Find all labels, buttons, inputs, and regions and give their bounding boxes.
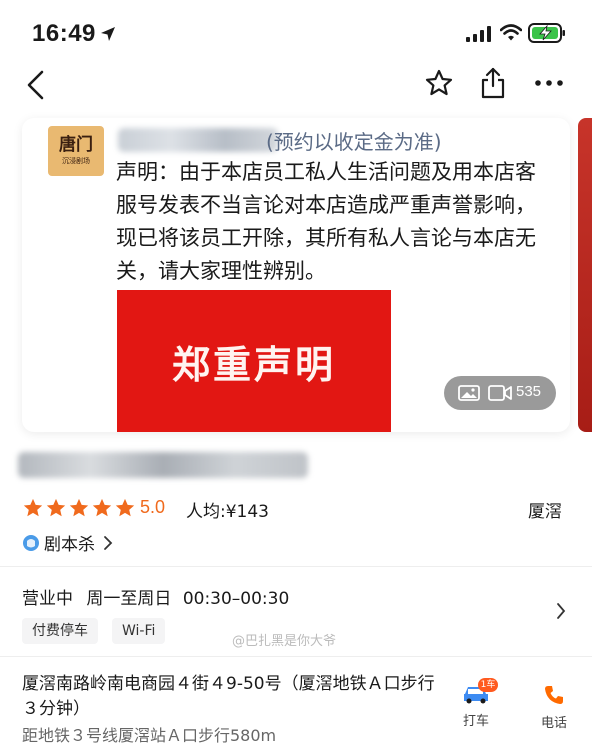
banner-text: 郑重声明 [171, 341, 336, 387]
star-filled-icon [23, 498, 43, 517]
area-label[interactable]: 厦滘 [528, 497, 562, 522]
status-time: 16:49 [32, 20, 96, 47]
category-icon [23, 534, 39, 551]
divider [0, 656, 592, 657]
business-hours[interactable]: 营业中 周一至周日 00:30–00:30 [22, 584, 289, 609]
taxi-badge: 1车 [478, 678, 498, 692]
image-icon [458, 385, 480, 401]
blurred-shop-title [118, 128, 278, 152]
taxi-label: 打车 [462, 714, 489, 729]
next-card-peek[interactable] [578, 118, 592, 432]
back-icon[interactable] [24, 68, 48, 102]
rating-stars [22, 497, 136, 519]
metro-distance: 距地铁３号线厦滘站Ａ口步行580m [22, 726, 277, 745]
rating-score: 5.0 [140, 497, 166, 517]
video-icon [488, 385, 512, 401]
star-filled-icon [115, 498, 135, 517]
divider [0, 566, 592, 567]
media-count: 535 [516, 383, 542, 400]
location-arrow-icon [101, 27, 115, 41]
star-filled-icon [46, 498, 66, 517]
phone-label: 电话 [540, 716, 567, 731]
shop-logo: 唐门 沉浸剧场 [48, 126, 104, 176]
watermark: @巴扎黑是你大爷 [232, 634, 337, 649]
signal-icon [466, 26, 491, 42]
category-tag[interactable]: 剧本杀 [22, 530, 113, 555]
open-status: 营业中 [22, 589, 73, 609]
more-icon[interactable] [534, 78, 564, 88]
media-count-button[interactable]: 535 [444, 376, 556, 410]
star-filled-icon [69, 498, 89, 517]
open-days: 周一至周日 [86, 589, 172, 609]
battery-charging-icon [528, 23, 565, 43]
status-bar: 16:49 [0, 0, 592, 64]
blurred-shop-name [18, 452, 308, 478]
open-range: 00:30–00:30 [182, 589, 290, 609]
wifi-icon [500, 24, 522, 41]
nav-bar [0, 64, 592, 116]
chevron-right-icon[interactable] [556, 602, 566, 620]
facility-chip: 付费停车 [22, 618, 98, 644]
star-filled-icon [92, 498, 112, 517]
phone-button[interactable]: 电话 [534, 684, 574, 731]
average-price: 人均:¥143 [186, 502, 269, 522]
facility-chip: Wi-Fi [112, 618, 166, 644]
phone-icon [545, 686, 563, 704]
statement-banner-image[interactable]: 郑重声明 [117, 290, 391, 432]
star-icon[interactable] [424, 68, 454, 98]
chevron-right-icon [104, 535, 113, 550]
announcement-text: 声明：由于本店员工私人生活问题及用本店客服号发表不当言论对本店造成严重声誉影响，… [116, 160, 536, 283]
address-text[interactable]: 厦滘南路岭南电商园４街４9-50号（厦滘地铁Ａ口步行３分钟） [22, 672, 442, 722]
announcement-card[interactable]: 唐门 沉浸剧场 (预约以收定金为准) 声明：由于本店员工私人生活问题及用本店客服… [22, 118, 570, 432]
taxi-button[interactable]: 1车 打车 [456, 678, 498, 729]
card-title: (预约以收定金为准) [266, 130, 442, 154]
category-label: 剧本杀 [44, 535, 95, 555]
share-icon[interactable] [478, 66, 508, 100]
